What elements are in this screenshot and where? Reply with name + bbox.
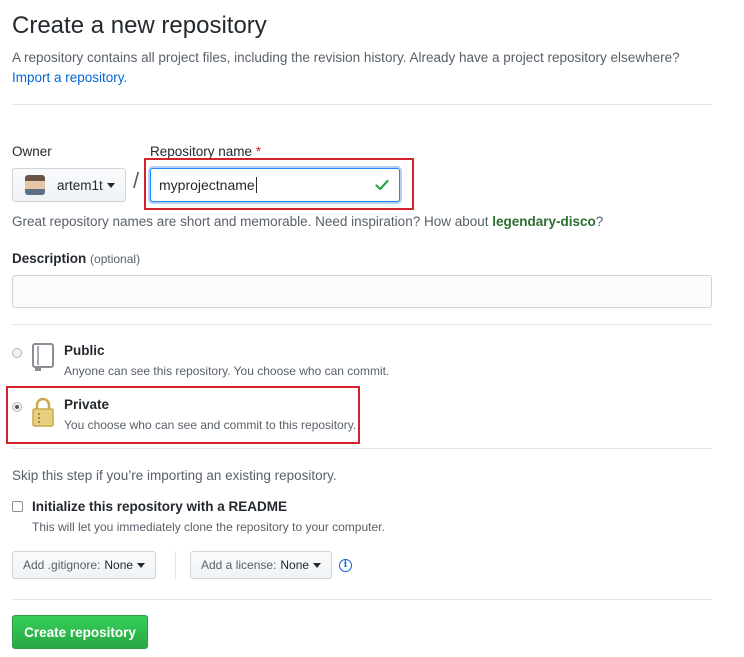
create-repository-button[interactable]: Create repository (12, 615, 148, 649)
gitignore-label: Add .gitignore: (23, 558, 101, 572)
owner-label: Owner (12, 144, 52, 159)
optional-note: (optional) (90, 252, 141, 266)
public-note: Anyone can see this repository. You choo… (64, 364, 390, 378)
highlight-box-repo-name (144, 158, 414, 210)
description-input[interactable] (12, 275, 712, 308)
gitignore-select[interactable]: Add .gitignore: None (12, 551, 157, 579)
owner-value: artem1t (57, 177, 103, 193)
name-hint-end: ? (595, 214, 604, 229)
divider (12, 599, 712, 600)
subtitle-text: A repository contains all project files,… (12, 50, 680, 65)
description-label-text: Description (12, 251, 87, 266)
chevron-down-icon (137, 562, 146, 568)
readme-checkbox[interactable] (12, 501, 23, 512)
name-hint: Great repository names are short and mem… (12, 214, 603, 229)
repo-book-icon (32, 343, 54, 371)
avatar (25, 175, 45, 195)
name-suggestion-link[interactable]: legendary-disco (492, 214, 596, 229)
page-title: Create a new repository (12, 12, 267, 39)
gitignore-value: None (104, 558, 134, 572)
info-icon[interactable]: i (339, 559, 352, 572)
chevron-down-icon (313, 562, 322, 568)
highlight-box-private (6, 386, 360, 444)
license-select[interactable]: Add a license: None (190, 551, 333, 579)
divider (12, 448, 712, 449)
repo-name-label-text: Repository name (150, 144, 253, 159)
chevron-down-icon (106, 182, 115, 188)
page-subtitle: A repository contains all project files,… (12, 48, 732, 88)
repo-name-label: Repository name * (150, 144, 261, 159)
owner-name-separator: / (133, 168, 140, 193)
required-mark: * (255, 144, 262, 159)
skip-note: Skip this step if you’re importing an ex… (12, 468, 337, 483)
license-value: None (280, 558, 310, 572)
import-repository-link[interactable]: Import a repository. (12, 70, 127, 85)
readme-label[interactable]: Initialize this repository with a README (32, 499, 287, 514)
select-separator (175, 551, 176, 579)
public-title: Public (64, 343, 105, 358)
readme-note: This will let you immediately clone the … (32, 520, 385, 534)
owner-select[interactable]: artem1t (12, 168, 126, 202)
divider (12, 104, 712, 105)
name-hint-text: Great repository names are short and mem… (12, 214, 489, 229)
divider (12, 324, 712, 325)
public-radio[interactable] (12, 348, 22, 358)
description-label: Description (optional) (12, 251, 140, 266)
license-label: Add a license: (201, 558, 277, 572)
